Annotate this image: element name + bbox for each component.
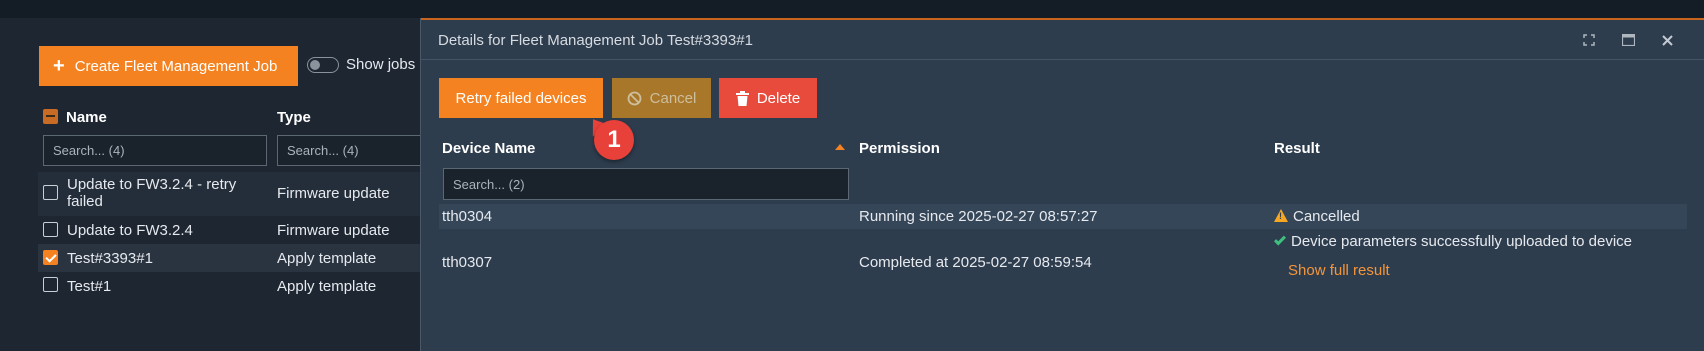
maximize-icon[interactable]: [1620, 32, 1636, 48]
plus-icon: +: [53, 55, 65, 77]
result-cell: Cancelled: [1274, 208, 1360, 225]
column-header-type[interactable]: Type: [277, 109, 311, 126]
top-bar: [0, 0, 1704, 18]
row-checkbox[interactable]: [43, 250, 58, 265]
cancel-job-button[interactable]: Cancel: [612, 78, 711, 118]
toggle-knob: [310, 60, 320, 70]
step-badge: 1: [594, 120, 634, 160]
show-full-result-link[interactable]: Show full result: [1288, 262, 1390, 279]
row-checkbox[interactable]: [43, 185, 58, 200]
expand-icon[interactable]: [1581, 32, 1597, 48]
column-header-name[interactable]: Name: [66, 109, 107, 126]
search-name-input[interactable]: Search... (4): [43, 135, 267, 166]
table-row[interactable]: Test#1 Apply template: [38, 272, 420, 300]
row-checkbox[interactable]: [43, 222, 58, 237]
table-row-selected[interactable]: Test#3393#1 Apply template: [38, 244, 420, 272]
job-name: Test#3393#1: [67, 250, 153, 267]
delete-job-button[interactable]: Delete: [719, 78, 817, 118]
result-text: Cancelled: [1293, 208, 1360, 225]
permission-text: Running since 2025-02-27 08:57:27: [859, 208, 1098, 225]
dialog-header[interactable]: Details for Fleet Management Job Test#33…: [421, 20, 1704, 60]
table-row[interactable]: Update to FW3.2.4 Firmware update: [38, 218, 420, 244]
result-cell: Device parameters successfully uploaded …: [1273, 233, 1633, 250]
job-name: Update to FW3.2.4: [67, 222, 193, 239]
check-icon: [1273, 233, 1287, 246]
column-header-permission[interactable]: Permission: [859, 140, 940, 157]
job-name: Update to FW3.2.4 - retry failed: [67, 176, 237, 210]
show-jobs-toggle[interactable]: [307, 57, 339, 73]
close-icon[interactable]: [1659, 32, 1675, 48]
row-checkbox[interactable]: [43, 277, 58, 292]
job-type: Apply template: [277, 278, 377, 295]
cancel-label: Cancel: [649, 89, 697, 107]
create-fleet-job-button[interactable]: + Create Fleet Management Job: [39, 46, 298, 86]
column-header-result[interactable]: Result: [1274, 140, 1320, 157]
device-name: tth0304: [442, 208, 493, 225]
table-row[interactable]: Update to FW3.2.4 - retry failed Firmwar…: [38, 172, 420, 216]
retry-failed-devices-button[interactable]: Retry failed devices: [439, 78, 603, 118]
permission-text: Completed at 2025-02-27 08:59:54: [859, 254, 1092, 271]
warning-icon: [1274, 209, 1288, 222]
show-jobs-label: Show jobs: [346, 56, 416, 73]
retry-label: Retry failed devices: [455, 89, 587, 107]
job-type: Apply template: [277, 250, 377, 267]
job-type: Firmware update: [277, 185, 390, 202]
create-fleet-job-label: Create Fleet Management Job: [74, 57, 278, 75]
job-name: Test#1: [67, 278, 112, 295]
result-text: Device parameters successfully uploaded …: [1291, 233, 1633, 250]
indeterminate-icon: [46, 115, 55, 117]
trash-icon: [735, 90, 749, 106]
column-header-device-name[interactable]: Device Name: [442, 140, 535, 157]
select-all-checkbox[interactable]: [43, 109, 58, 124]
job-details-dialog: Details for Fleet Management Job Test#33…: [420, 18, 1704, 351]
device-name: tth0307: [442, 254, 493, 271]
job-type: Firmware update: [277, 222, 390, 239]
delete-label: Delete: [756, 89, 801, 107]
sort-ascending-icon[interactable]: [835, 144, 845, 150]
block-icon: [627, 91, 642, 106]
device-row[interactable]: tth0304 Running since 2025-02-27 08:57:2…: [439, 204, 1687, 229]
search-device-input[interactable]: Search... (2): [443, 168, 849, 200]
device-row[interactable]: tth0307 Completed at 2025-02-27 08:59:54…: [439, 229, 1687, 289]
dialog-title: Details for Fleet Management Job Test#33…: [438, 32, 753, 49]
search-type-input[interactable]: Search... (4): [277, 135, 420, 166]
